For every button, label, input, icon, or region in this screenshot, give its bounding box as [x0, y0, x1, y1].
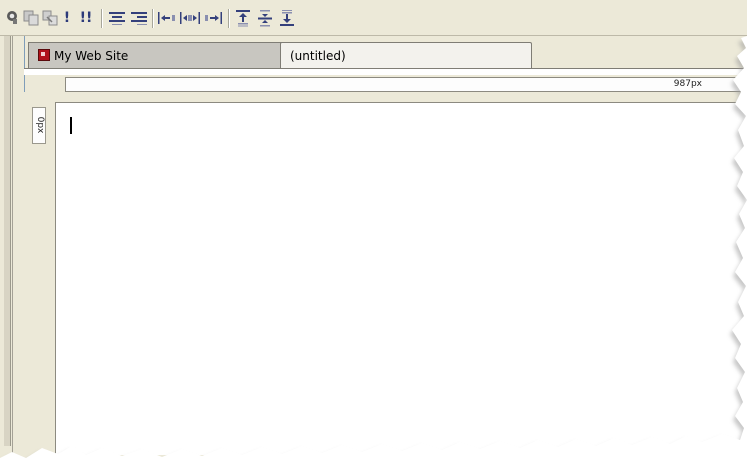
toolbar-separator [101, 9, 103, 28]
design-canvas[interactable] [56, 102, 747, 455]
align-center-icon[interactable] [108, 9, 126, 27]
toolbar-separator [228, 9, 230, 28]
tab-my-web-site[interactable]: My Web Site [28, 42, 282, 68]
lock-icon[interactable] [4, 9, 20, 27]
copy-icon[interactable] [22, 9, 40, 27]
distribute-right-icon[interactable] [203, 9, 223, 27]
text-cursor [70, 117, 72, 134]
important-icon[interactable]: ! [62, 9, 72, 27]
align-middle-icon[interactable] [256, 9, 274, 27]
align-top-icon[interactable] [234, 9, 252, 27]
vertical-ruler-label: 0px [35, 116, 45, 134]
vertical-ruler[interactable]: 0px [32, 107, 46, 144]
distribute-center-icon[interactable] [179, 9, 201, 27]
very-important-label: !! [79, 10, 93, 26]
very-important-icon[interactable]: !! [78, 9, 94, 27]
tab-label: (untitled) [290, 49, 346, 63]
vertical-ruler-column [24, 102, 56, 454]
horizontal-ruler[interactable]: 987px [65, 77, 747, 92]
toolbar-separator [152, 9, 154, 28]
tab-label: My Web Site [54, 49, 129, 63]
tab-content-edge [24, 68, 747, 75]
align-bottom-icon[interactable] [278, 9, 296, 27]
align-right-icon[interactable] [130, 9, 148, 27]
ruler-gap [24, 92, 747, 102]
tab-untitled[interactable]: (untitled) [280, 42, 532, 68]
distribute-left-icon[interactable] [157, 9, 177, 27]
important-label: ! [63, 10, 71, 26]
document-tabs: My Web Site (untitled) [24, 42, 747, 70]
site-icon [38, 49, 50, 61]
horizontal-ruler-label: 987px [673, 79, 702, 89]
toolbar: ! !! [0, 0, 747, 36]
link-icon[interactable] [41, 9, 59, 27]
left-panel-edge [4, 36, 11, 446]
